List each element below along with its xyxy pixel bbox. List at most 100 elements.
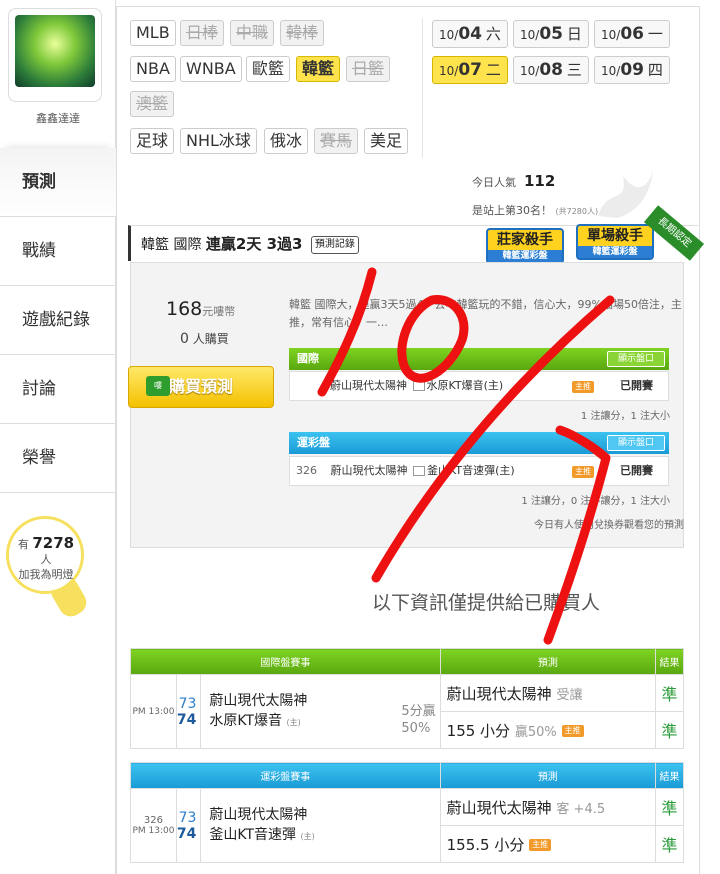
popularity-label: 今日人氣 [472, 176, 516, 189]
pred2-result: 準 [655, 711, 684, 749]
tv-icon [412, 381, 425, 391]
col-header-result: 結果 [655, 648, 684, 675]
lottery-away-team: 蔚山現代太陽神 [330, 464, 408, 477]
badge1-label: 莊家殺手 [497, 232, 553, 248]
nav-discussion[interactable]: 討論 [0, 354, 116, 422]
prediction-description: 韓籃 國際大，連贏3天5過4，去年韓籃玩的不錯，信心大，99%貓場50倍注，主推… [289, 298, 682, 329]
price-unit: 元嘍幣 [202, 305, 236, 318]
intl-main-tag: 主推 [572, 381, 594, 393]
table-row: PM 13:00 73 74 蔚山現代太陽神 水原KT爆音 (主) 5分贏 50… [130, 674, 684, 749]
intl-box-title: 國際 [297, 352, 319, 365]
league-cpbl: 中職 [230, 20, 275, 46]
pred1-team: 蔚山現代太陽神 [446, 798, 552, 817]
away-score: 73 [178, 809, 197, 826]
intl-box-header: 國際 顯示盤口 [289, 348, 669, 370]
league-horse-racing: 賽馬 [314, 128, 359, 154]
league-nbl: 澳籃 [130, 91, 175, 117]
pred2-extra: 贏50% [514, 724, 557, 740]
win-margin-pct: 50% [401, 721, 431, 736]
game-info: 326 PM 13:00 [130, 788, 177, 863]
date-1006[interactable]: 10/06 一 [594, 20, 670, 48]
panel-footer-note: 今日有人使用兌換券觀看您的預測 [534, 520, 684, 531]
date-1004[interactable]: 10/04 六 [432, 20, 508, 48]
intl-show-odds-button[interactable]: 顯示盤口 [606, 351, 665, 367]
league-mlb[interactable]: MLB [130, 20, 176, 46]
league-wnba[interactable]: WNBA [180, 56, 242, 82]
intl-status: 已開賽 [620, 379, 653, 392]
lottery-result-table: 運彩盤賽事 預測 結果 326 PM 13:00 73 74 蔚山現代太陽神 釜… [130, 762, 684, 863]
home-team: 釜山KT音速彈 [209, 826, 297, 843]
pred-cell-1: 蔚山現代太陽神 受讓 [439, 674, 657, 712]
league-kbl[interactable]: 韓籃 [296, 56, 341, 82]
nav-record[interactable]: 戰績 [0, 216, 116, 284]
divider [422, 18, 423, 158]
price-value: 168 [166, 298, 203, 320]
lottery-show-odds-button[interactable]: 顯示盤口 [606, 435, 665, 451]
pred2-main: 155.5 小分 [446, 835, 525, 854]
decoration-splash-icon [598, 171, 653, 218]
game-time: PM 13:00 [132, 826, 175, 836]
col-header-pred: 預測 [439, 762, 657, 789]
intl-summary: 1 注讓分，1 注大小 [580, 411, 670, 422]
lottery-box-row: 326 蔚山現代太陽神 釜山KT音速彈(主) 主推 已開賽 [289, 456, 669, 486]
league-nfl[interactable]: 美足 [364, 128, 409, 154]
league-khl[interactable]: 俄冰 [264, 128, 309, 154]
col-header-intl: 國際盤賽事 [130, 648, 441, 675]
pred2-result: 準 [655, 825, 684, 863]
scores: 73 74 [175, 674, 202, 749]
intl-box-row: 蔚山現代太陽神 水原KT爆音(主) 主推 已開賽 [289, 371, 669, 401]
pred2-tag: 主推 [561, 725, 584, 737]
league-nba[interactable]: NBA [130, 56, 176, 82]
date-1005[interactable]: 10/05 日 [513, 20, 589, 48]
home-team: 水原KT爆音 [209, 712, 283, 729]
tv-icon [413, 466, 425, 476]
fans-label: 加我為明燈 [18, 568, 74, 581]
lottery-home-team: 釜山KT音速彈(主) [427, 464, 515, 477]
league-kbo: 韓棒 [280, 20, 325, 46]
coin-icon: 嘍 [146, 376, 170, 396]
avatar-frame[interactable] [8, 8, 102, 102]
league-jpn-basketball: 日籃 [346, 56, 391, 82]
home-score: 74 [176, 711, 197, 728]
fans-counter[interactable]: 有 7278 人 加我為明燈 [14, 536, 78, 582]
buyers: 0 人購買 [180, 330, 229, 347]
scores: 73 74 [175, 788, 202, 863]
rank-text: 是站上第30名！ [472, 204, 552, 217]
date-1008[interactable]: 10/08 三 [513, 56, 589, 84]
nav-honor[interactable]: 榮譽 [0, 423, 116, 493]
badge-bookmaker-killer: 莊家殺手 韓籃運彩盤 [486, 228, 564, 264]
site-rank: 是站上第30名！ (共7280人) [472, 202, 598, 218]
badge2-sub: 韓籃運彩盤 [578, 246, 652, 258]
avatar[interactable] [15, 15, 95, 87]
league-soccer[interactable]: 足球 [130, 128, 175, 154]
nav-predict[interactable]: 預測 [0, 148, 116, 216]
lottery-summary: 1 注讓分，0 注不讓分，1 注大小 [521, 496, 670, 507]
badge2-label: 單場殺手 [587, 228, 643, 244]
home-mark: (主) [300, 831, 315, 841]
pred1-result: 準 [655, 788, 684, 826]
pred1-result: 準 [655, 674, 684, 712]
popularity: 今日人氣 112 [472, 172, 555, 190]
col-header-pred: 預測 [439, 648, 657, 675]
badge1-sub: 韓籃運彩盤 [488, 250, 562, 262]
lottery-box-title: 運彩盤 [297, 436, 330, 449]
game-time: PM 13:00 [130, 674, 177, 749]
league-nhl[interactable]: NHL冰球 [180, 128, 257, 154]
price: 168元嘍幣 [166, 298, 235, 320]
record-button[interactable]: 預測記錄 [310, 236, 359, 254]
pred2-tag: 主推 [529, 839, 552, 851]
nav-game-history[interactable]: 遊戲紀錄 [0, 285, 116, 353]
win-margin: 5分贏 [401, 704, 436, 719]
buyers-count: 0 [180, 331, 189, 347]
league-euro-basketball[interactable]: 歐籃 [246, 56, 291, 82]
date-1009[interactable]: 10/09 四 [594, 56, 670, 84]
badge-single-killer: 單場殺手 韓籃運彩盤 [576, 224, 654, 260]
lottery-main-tag: 主推 [572, 466, 594, 478]
teams: 蔚山現代太陽神 水原KT爆音 (主) 5分贏 50% [200, 674, 441, 749]
pred1-extra: 客 +4.5 [556, 801, 606, 817]
date-1007[interactable]: 10/07 二 [432, 56, 508, 84]
username[interactable]: 鑫鑫達達 [0, 110, 116, 126]
buyers-label: 人購買 [192, 332, 229, 346]
fans-count: 7278 [32, 534, 75, 552]
intl-result-table: 國際盤賽事 預測 結果 PM 13:00 73 74 蔚山現代太陽神 水原KT爆… [130, 648, 684, 749]
